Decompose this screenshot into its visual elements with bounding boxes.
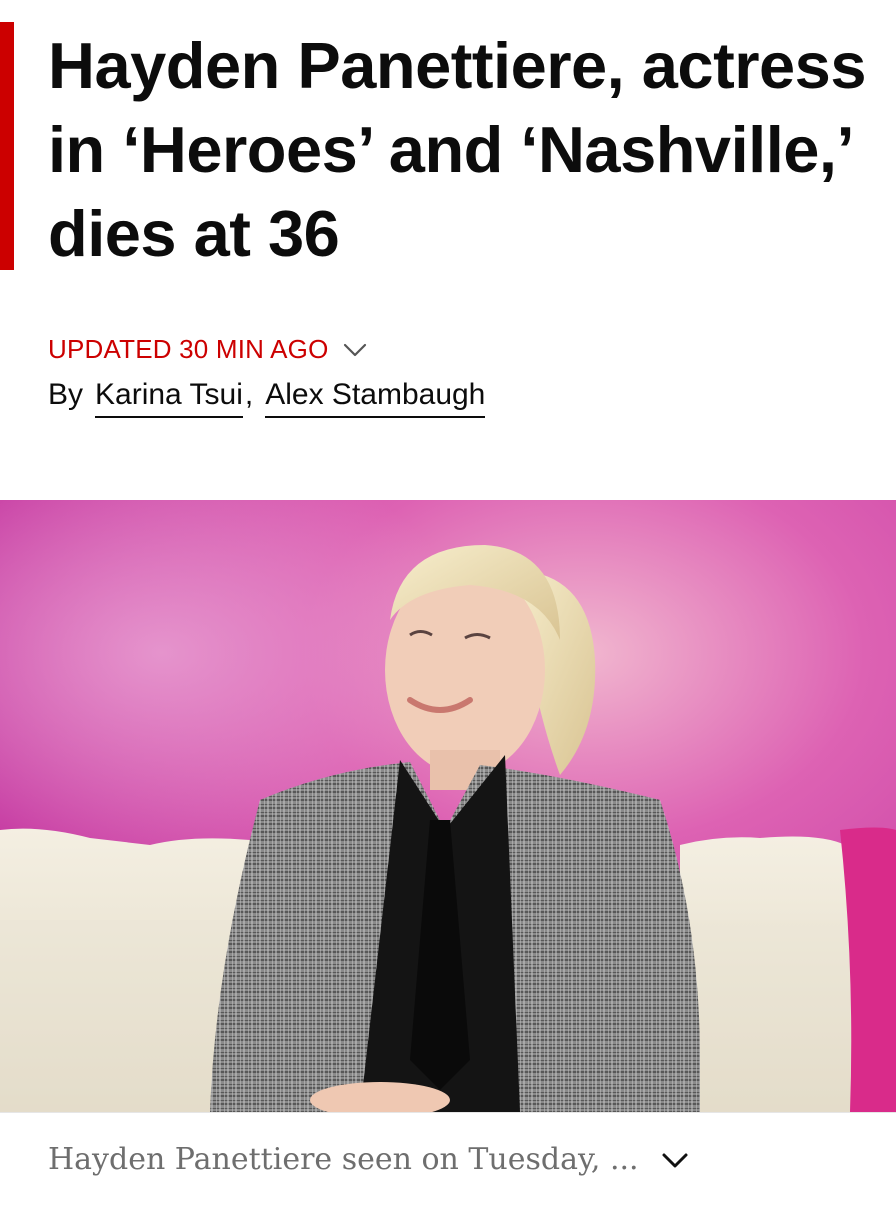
author-link-alex-stambaugh[interactable]: Alex Stambaugh: [265, 378, 486, 418]
article-headline: Hayden Panettiere, actress in ‘Heroes’ a…: [48, 29, 866, 270]
chevron-down-icon: [662, 1153, 688, 1167]
byline-prefix: By: [48, 378, 84, 411]
updated-timestamp-toggle[interactable]: UPDATED 30 MIN AGO: [48, 334, 367, 365]
author-separator: ,: [244, 378, 254, 411]
byline: By Karina Tsui , Alex Stambaugh: [48, 378, 486, 418]
chevron-down-icon: [343, 343, 366, 356]
headline-accent-bar: [0, 22, 14, 270]
updated-label: UPDATED 30 MIN AGO: [48, 334, 329, 364]
hero-photo[interactable]: [0, 500, 896, 1112]
photo-caption-toggle[interactable]: Hayden Panettiere seen on Tuesday, ...: [0, 1112, 896, 1206]
author-link-karina-tsui[interactable]: Karina Tsui: [95, 378, 243, 418]
hero-photo-illustration: [0, 500, 896, 1112]
photo-caption: Hayden Panettiere seen on Tuesday, ...: [48, 1142, 639, 1177]
